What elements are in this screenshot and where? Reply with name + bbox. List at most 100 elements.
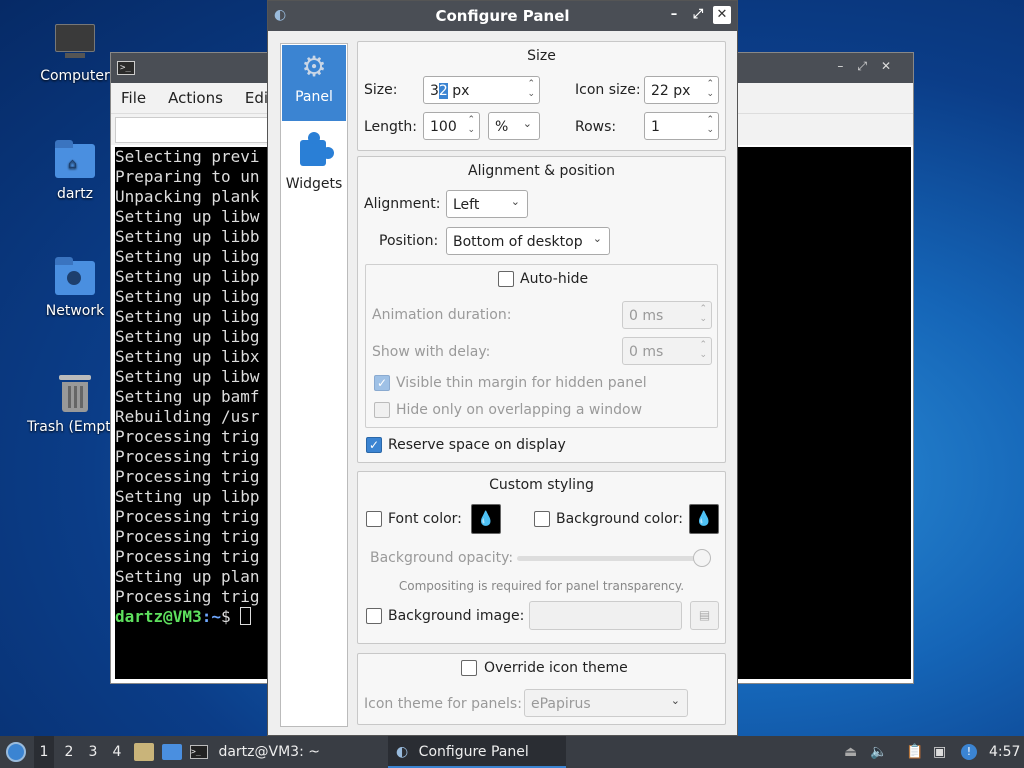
spin-arrows-icon[interactable]: ⌃ ⌄ bbox=[467, 115, 475, 135]
alignment-group: Alignment & position Alignment: Left ⌄ Po… bbox=[357, 156, 726, 463]
notification-icon[interactable]: ! bbox=[961, 736, 981, 768]
icon-size-label: Icon size: bbox=[575, 82, 641, 98]
desktop-switch-1[interactable]: 1 bbox=[34, 736, 54, 768]
icon-theme-group: Override icon theme Icon theme for panel… bbox=[357, 653, 726, 725]
minimize-button[interactable]: – bbox=[665, 5, 683, 25]
length-spinbox[interactable]: 100 ⌃ ⌄ bbox=[423, 112, 480, 140]
overlap-label[interactable]: Hide only on overlapping a window bbox=[396, 402, 642, 418]
length-unit-select[interactable]: % ⌄ bbox=[488, 112, 540, 140]
browse-image-button[interactable]: ▤ bbox=[690, 601, 719, 630]
autohide-checkbox[interactable] bbox=[498, 271, 514, 287]
volume-icon[interactable]: 🔈 bbox=[870, 736, 890, 768]
spin-arrows-icon[interactable]: ⌃ ⌄ bbox=[706, 79, 714, 99]
dialog-titlebar[interactable]: ◐ Configure Panel – ⤢ ✕ bbox=[268, 1, 737, 31]
terminal-icon: >_ bbox=[190, 745, 208, 759]
sidebar-item-label: Panel bbox=[295, 89, 333, 105]
taskbar: 1 2 3 4 >_ dartz@VM3: ~ ◐ Configure Pane… bbox=[0, 736, 1024, 768]
desktop-icon-label: Computer bbox=[40, 68, 110, 84]
length-label: Length: bbox=[364, 119, 418, 135]
alignment-select[interactable]: Left ⌄ bbox=[446, 190, 528, 218]
terminal-cursor bbox=[240, 607, 252, 625]
image-icon: ▤ bbox=[698, 608, 711, 622]
rows-spinbox[interactable]: 1 ⌃ ⌄ bbox=[644, 112, 719, 140]
desktop-switch-2[interactable]: 2 bbox=[60, 736, 78, 768]
show-delay-label: Show with delay: bbox=[372, 344, 491, 360]
thin-margin-label[interactable]: Visible thin margin for hidden panel bbox=[396, 375, 647, 391]
size-group: Size Size: 32 px ⌃ ⌄ Icon size: 22 px ⌃ ⌄ … bbox=[357, 41, 726, 151]
font-color-label[interactable]: Font color: bbox=[388, 511, 462, 527]
desktop-switch-4[interactable]: 4 bbox=[108, 736, 126, 768]
chevron-down-icon: ⌄ bbox=[510, 195, 520, 208]
lxqt-logo-icon bbox=[6, 742, 26, 762]
overlap-checkbox[interactable] bbox=[374, 402, 390, 418]
bg-image-checkbox[interactable] bbox=[366, 608, 382, 624]
position-select[interactable]: Bottom of desktop ⌄ bbox=[446, 227, 610, 255]
icon-size-spinbox[interactable]: 22 px ⌃ ⌄ bbox=[644, 76, 719, 104]
gear-icon: ⚙ bbox=[301, 50, 327, 83]
dialog-title: Configure Panel bbox=[435, 7, 570, 25]
color-drop-icon: 💧 bbox=[477, 511, 495, 527]
maximize-button[interactable]: ⤢ bbox=[689, 5, 707, 25]
app-menu-button[interactable] bbox=[6, 736, 28, 768]
reserve-space-label[interactable]: Reserve space on display bbox=[388, 437, 566, 453]
bg-image-path-input[interactable] bbox=[529, 601, 682, 630]
desktop-icon-trash[interactable]: Trash (Empty) bbox=[27, 373, 123, 435]
sidebar-item-widgets[interactable]: Widgets bbox=[282, 122, 346, 198]
home-folder-icon: ⌂ bbox=[53, 140, 97, 180]
override-icon-theme-checkbox[interactable] bbox=[461, 660, 477, 676]
animation-duration-spinbox[interactable]: 0 ms ⌃ ⌄ bbox=[622, 301, 712, 329]
icon-theme-label: Icon theme for panels: bbox=[364, 696, 522, 712]
sidebar-item-panel[interactable]: ⚙ Panel bbox=[282, 45, 346, 121]
clipboard-icon[interactable]: 📋 bbox=[906, 736, 926, 768]
terminal-icon: >_ bbox=[117, 61, 135, 75]
size-spinbox[interactable]: 32 px ⌃ ⌄ bbox=[423, 76, 540, 104]
reserve-space-checkbox[interactable]: ✓ bbox=[366, 437, 382, 453]
desktop-icon-label: Trash (Empty) bbox=[27, 419, 123, 435]
autohide-label[interactable]: Auto-hide bbox=[520, 271, 588, 287]
task-configure-panel[interactable]: ◐ Configure Panel bbox=[388, 736, 566, 768]
clock[interactable]: 4:57 bbox=[989, 736, 1021, 768]
thin-margin-checkbox[interactable]: ✓ bbox=[374, 375, 390, 391]
task-terminal[interactable]: >_ dartz@VM3: ~ bbox=[190, 736, 380, 768]
file-manager-launcher[interactable] bbox=[134, 736, 156, 768]
tray-upload-icon[interactable]: ⏏ bbox=[844, 736, 860, 768]
bg-color-checkbox[interactable] bbox=[534, 511, 550, 527]
chevron-down-icon: ⌄ bbox=[522, 117, 532, 130]
trash-icon bbox=[53, 373, 97, 413]
desktop-icon-computer[interactable]: Computer bbox=[27, 22, 123, 84]
spin-arrows-icon[interactable]: ⌃ ⌄ bbox=[527, 79, 535, 99]
spin-arrows-icon[interactable]: ⌃ ⌄ bbox=[706, 115, 714, 135]
spin-arrows-icon[interactable]: ⌃ ⌄ bbox=[699, 304, 707, 324]
font-color-checkbox[interactable] bbox=[366, 511, 382, 527]
bg-opacity-slider[interactable] bbox=[517, 549, 711, 567]
file-manager-icon bbox=[134, 743, 154, 761]
bg-opacity-label: Background opacity: bbox=[370, 550, 514, 566]
configure-panel-dialog[interactable]: ◐ Configure Panel – ⤢ ✕ ⚙ Panel Widgets … bbox=[267, 0, 738, 736]
show-delay-spinbox[interactable]: 0 ms ⌃ ⌄ bbox=[622, 337, 712, 365]
bg-image-label[interactable]: Background image: bbox=[388, 608, 524, 624]
override-icon-theme-label[interactable]: Override icon theme bbox=[484, 660, 628, 676]
icon-theme-select[interactable]: ePapirus ⌄ bbox=[524, 689, 688, 717]
desktop-icon-network[interactable]: Network bbox=[27, 257, 123, 319]
desktop-icon-label: Network bbox=[45, 303, 105, 319]
chevron-down-icon: ⌄ bbox=[592, 232, 602, 245]
bg-color-button[interactable]: 💧 bbox=[689, 504, 719, 534]
network-folder-icon bbox=[53, 257, 97, 297]
bg-color-label[interactable]: Background color: bbox=[556, 511, 683, 527]
slider-handle[interactable] bbox=[693, 549, 711, 567]
terminal-tab[interactable] bbox=[115, 117, 285, 143]
size-selected-text: 2 bbox=[438, 83, 448, 99]
alignment-heading: Alignment & position bbox=[468, 163, 615, 179]
spin-arrows-icon[interactable]: ⌃ ⌄ bbox=[699, 340, 707, 360]
desktop-switch-3[interactable]: 3 bbox=[84, 736, 102, 768]
show-desktop-launcher[interactable] bbox=[162, 736, 184, 768]
network-icon[interactable]: ▣ bbox=[933, 736, 955, 768]
menu-actions[interactable]: Actions bbox=[168, 89, 223, 107]
menu-file[interactable]: File bbox=[121, 89, 146, 107]
lxqt-icon: ◐ bbox=[396, 744, 409, 760]
desktop-icon-home[interactable]: ⌂ dartz bbox=[27, 140, 123, 202]
font-color-button[interactable]: 💧 bbox=[471, 504, 501, 534]
terminal-window-controls[interactable]: –⤢✕ bbox=[837, 59, 905, 74]
close-button[interactable]: ✕ bbox=[713, 6, 731, 24]
alignment-label: Alignment: bbox=[364, 196, 441, 212]
